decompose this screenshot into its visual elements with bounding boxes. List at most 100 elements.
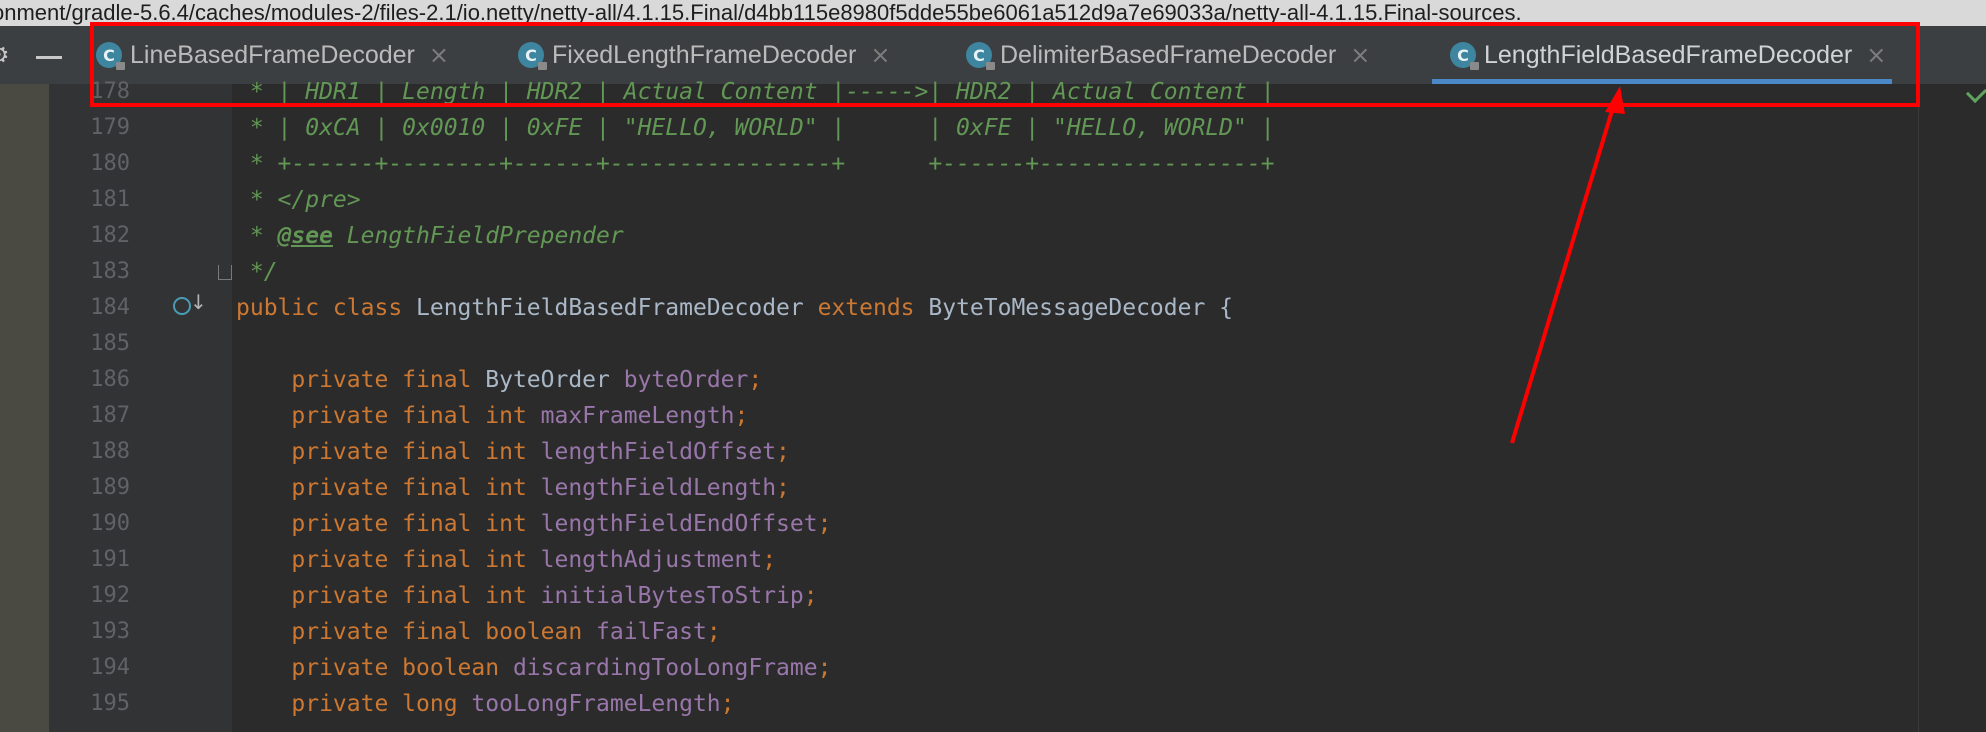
code-line[interactable]: 185 [0,326,1986,362]
code-token: */ [236,259,278,285]
code-token: private final int [236,583,541,609]
code-text: private final int maxFrameLength; [236,398,748,434]
code-text: private final int lengthFieldOffset; [236,434,790,470]
line-number: 183 [90,259,130,284]
close-icon[interactable]: × [429,41,449,69]
code-token: private final int [236,547,541,573]
code-line[interactable]: 179 * | 0xCA | 0x0010 | 0xFE | "HELLO, W… [0,110,1986,146]
code-line[interactable]: 186 private final ByteOrder byteOrder; [0,362,1986,398]
line-number: 191 [90,547,130,572]
line-number: 184 [90,295,130,320]
code-token: @see [277,223,333,249]
code-line[interactable]: 178 * | HDR1 | Length | HDR2 | Actual Co… [0,74,1986,110]
code-token: ByteToMessageDecoder { [928,295,1234,321]
line-number: 190 [90,511,130,536]
code-token: ; [776,475,790,501]
code-token: private final boolean [236,619,597,645]
close-icon[interactable]: × [1350,41,1370,69]
code-text: * | 0xCA | 0x0010 | 0xFE | "HELLO, WORLD… [236,110,1275,146]
arrow-down-icon: ↓ [190,290,207,314]
code-token: discardingTooLongFrame [512,655,818,681]
code-token: tooLongFrameLength [471,691,721,717]
code-line[interactable]: 180 * +------+--------+------+----------… [0,146,1986,182]
code-token: private final int [236,511,541,537]
line-number: 188 [90,439,130,464]
code-token: ; [748,367,763,393]
code-token: public class [236,295,417,321]
line-number: 179 [90,115,130,140]
code-token: ByteOrder [485,367,624,393]
class-icon: C [96,42,125,70]
code-line[interactable]: 182 * @see LengthFieldPrepender [0,218,1986,254]
code-token: private boolean [236,655,513,681]
code-text: private final boolean failFast; [236,614,721,650]
lock-icon [116,62,125,70]
code-token: * [236,223,278,249]
code-token: ; [817,511,832,537]
tab-label: FixedLengthFrameDecoder [552,40,857,69]
code-token: lengthFieldOffset [540,439,777,465]
code-line[interactable]: 187 private final int maxFrameLength; [0,398,1986,434]
code-text: * @see LengthFieldPrepender [236,218,624,254]
code-token: ; [776,439,790,465]
code-text: */ [236,254,278,290]
minimize-icon[interactable] [36,56,62,59]
code-text: private final int lengthFieldEndOffset; [236,506,831,542]
code-token: LengthFieldBasedFrameDecoder [416,295,818,321]
code-token: private final int [236,403,541,429]
class-icon: C [518,42,547,70]
code-line[interactable]: 181 * </pre> [0,182,1986,218]
line-number: 192 [90,583,130,608]
code-token: * | 0xCA | 0x0010 | 0xFE | "HELLO, WORLD… [236,115,1275,141]
lock-icon [1470,62,1479,70]
code-text: private boolean discardingTooLongFrame; [236,650,831,686]
tab-label: DelimiterBasedFrameDecoder [1000,40,1337,69]
code-text: * | HDR1 | Length | HDR2 | Actual Conten… [236,74,1275,110]
code-line[interactable]: 194 private boolean discardingTooLongFra… [0,650,1986,686]
tab-label: LineBasedFrameDecoder [130,40,415,69]
code-token: failFast [596,619,707,645]
line-number: 185 [90,331,130,356]
code-line[interactable]: 189 private final int lengthFieldLength; [0,470,1986,506]
line-number: 182 [90,223,130,248]
close-icon[interactable]: × [870,41,890,69]
code-token: ; [762,547,777,573]
line-number: 189 [90,475,130,500]
code-token: private final [236,367,486,393]
implemented-by-icon[interactable] [173,297,191,315]
code-token: LengthFieldPrepender [332,223,624,249]
code-token: * | HDR1 | Length | HDR2 | Actual Conten… [236,79,1275,105]
line-number: 187 [90,403,130,428]
lock-icon [986,62,995,70]
code-token: initialBytesToStrip [540,583,804,609]
code-line[interactable]: 190 private final int lengthFieldEndOffs… [0,506,1986,542]
code-line[interactable]: 192 private final int initialBytesToStri… [0,578,1986,614]
code-text: private final int lengthAdjustment; [236,542,776,578]
code-line[interactable]: 193 private final boolean failFast; [0,614,1986,650]
code-token: ; [706,619,721,645]
close-icon[interactable]: × [1866,41,1886,69]
code-token: ; [803,583,818,609]
code-token: * [236,187,278,213]
line-number: 193 [90,619,130,644]
line-number: 195 [90,691,130,716]
code-line[interactable]: 188 private final int lengthFieldOffset; [0,434,1986,470]
tab-label: LengthFieldBasedFrameDecoder [1484,40,1853,69]
code-text: private final int initialBytesToStrip; [236,578,818,614]
code-line[interactable]: 191 private final int lengthAdjustment; [0,542,1986,578]
class-icon: C [1450,42,1479,70]
code-token: lengthFieldEndOffset [540,511,818,537]
line-number: 181 [90,187,130,212]
code-token: maxFrameLength [540,403,735,429]
code-line[interactable]: 183 */ [0,254,1986,290]
gear-icon[interactable]: ⚙ [0,42,14,68]
code-token: </pre> [277,187,361,213]
fold-icon[interactable] [218,265,232,280]
code-token: * +------+--------+------+--------------… [236,151,1275,177]
code-line[interactable]: 195 private long tooLongFrameLength; [0,686,1986,722]
class-icon: C [966,42,995,70]
code-text: public class LengthFieldBasedFrameDecode… [236,290,1233,326]
code-text: * </pre> [236,182,361,218]
code-line[interactable]: 184 public class LengthFieldBasedFrameDec… [0,290,1986,326]
line-number: 180 [90,151,130,176]
